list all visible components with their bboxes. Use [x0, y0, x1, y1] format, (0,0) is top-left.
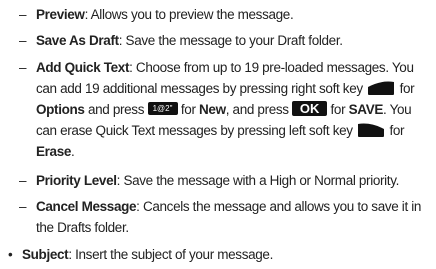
right-soft-key-icon: [366, 78, 396, 96]
manual-page: – Preview: Allows you to preview the mes…: [0, 0, 436, 269]
line-2: can add 19 additional messages by pressi…: [36, 78, 428, 99]
list-item-preview: – Preview: Allows you to preview the mes…: [19, 4, 428, 25]
you-text: . You: [383, 102, 412, 117]
line-1: Add Quick Text: Choose from up to 19 pre…: [36, 57, 428, 78]
line-1: Cancel Message: Cancels the message and …: [36, 196, 428, 217]
left-soft-key-icon: [356, 120, 386, 138]
new-text: New: [199, 102, 226, 117]
dash-marker: –: [19, 173, 27, 188]
list-item-cancel-message: – Cancel Message: Cancels the message an…: [19, 196, 428, 238]
line-text: can add 19 additional messages by pressi…: [36, 81, 363, 96]
item-label: Save As Draft: [36, 33, 119, 48]
and-press-text: and press: [87, 102, 145, 117]
item-desc: : Save the message with a High or Normal…: [116, 173, 400, 188]
ok-key-icon: OK: [292, 100, 328, 116]
for-text: for: [399, 81, 415, 96]
for-text: for: [180, 102, 196, 117]
dash-marker: –: [19, 199, 27, 214]
for-text: for: [389, 123, 405, 138]
save-text: SAVE: [348, 102, 384, 117]
line-5: Erase.: [36, 141, 428, 162]
bullet-item-subject: • Subject: Insert the subject of your me…: [8, 244, 428, 265]
item-label: Priority Level: [36, 173, 117, 188]
erase-text: Erase: [36, 144, 72, 159]
item-desc: : Cancels the message and allows you to …: [136, 199, 422, 214]
line-4: can erase Quick Text messages by pressin…: [36, 120, 428, 141]
bullet-marker: •: [8, 247, 13, 262]
item-label: Add Quick Text: [36, 60, 130, 75]
item-desc: : Insert the subject of your message.: [68, 247, 273, 262]
item-desc: : Save the message to your Draft folder.: [118, 33, 343, 48]
list-item-add-quick-text: – Add Quick Text: Choose from up to 19 p…: [19, 57, 428, 162]
item-label: Subject: [22, 247, 69, 262]
line-3: Options and press 1@2" for New, and pres…: [36, 99, 428, 120]
dash-marker: –: [19, 60, 27, 75]
line-2: the Drafts folder.: [36, 220, 129, 235]
list-item-save-as-draft: – Save As Draft: Save the message to you…: [19, 30, 428, 51]
item-label: Preview: [36, 7, 85, 22]
line-text: can erase Quick Text messages by pressin…: [36, 123, 353, 138]
item-desc: : Allows you to preview the message.: [84, 7, 294, 22]
and-press-text: , and press: [225, 102, 289, 117]
period-text: .: [71, 144, 75, 159]
dash-marker: –: [19, 7, 27, 22]
one-key-icon: 1@2": [147, 101, 178, 115]
dash-marker: –: [19, 33, 27, 48]
options-text: Options: [36, 102, 85, 117]
list-item-priority-level: – Priority Level: Save the message with …: [19, 170, 428, 191]
item-label: Cancel Message: [36, 199, 137, 214]
item-desc: : Choose from up to 19 pre-loaded messag…: [129, 60, 414, 75]
for-text: for: [330, 102, 346, 117]
